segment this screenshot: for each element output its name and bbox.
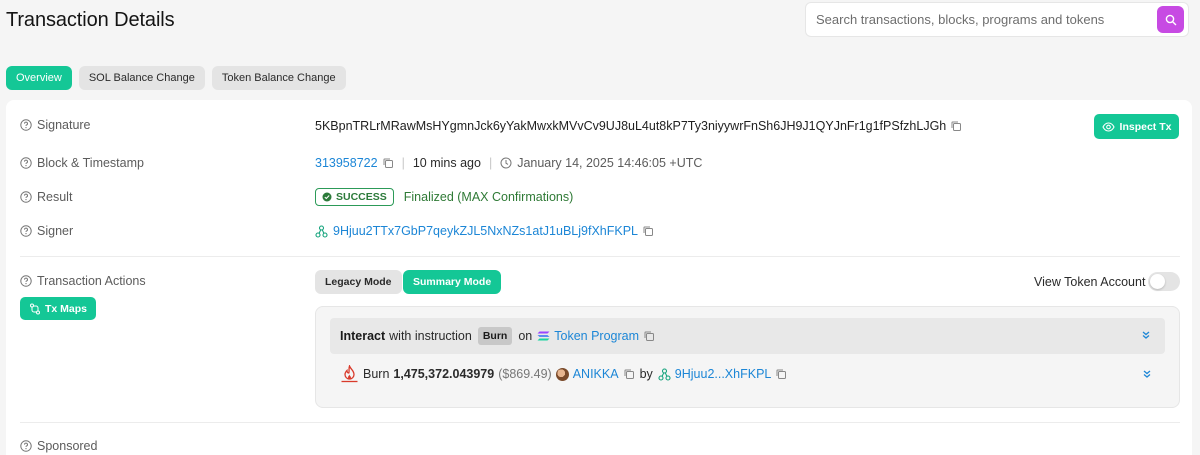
question-circle-icon bbox=[20, 191, 32, 203]
inspect-tx-label: Inspect Tx bbox=[1119, 120, 1172, 133]
token-avatar bbox=[555, 367, 569, 381]
result-label: Result bbox=[37, 190, 73, 204]
signer-short-link[interactable]: 9Hjuu2...XhFKPL bbox=[675, 367, 772, 381]
on-label: on bbox=[518, 329, 533, 343]
block-number-link[interactable]: 313958722 bbox=[315, 156, 378, 170]
wallet-icon bbox=[658, 367, 671, 381]
wallet-icon bbox=[315, 224, 328, 238]
question-circle-icon bbox=[20, 119, 32, 131]
eye-icon bbox=[1101, 121, 1115, 132]
copy-icon[interactable] bbox=[623, 368, 635, 380]
search-icon bbox=[1165, 14, 1176, 25]
copy-icon[interactable] bbox=[950, 120, 962, 132]
signer-value-container: 9Hjuu2TTx7GbP7qeykZJL5NxNZs1atJ1uBLj9fXh… bbox=[315, 224, 654, 238]
tab-token-balance-change[interactable]: Token Balance Change bbox=[211, 66, 346, 90]
signature-value: 5KBpnTRLrMRawMsHYgmnJck6yYakMwxkMVvCv9UJ… bbox=[315, 119, 947, 133]
transaction-actions-label: Transaction Actions bbox=[37, 274, 146, 288]
instruction-header[interactable]: Interact with instruction Burn on Token … bbox=[330, 318, 1165, 354]
search-bar[interactable] bbox=[805, 2, 1189, 37]
search-input[interactable] bbox=[806, 3, 1157, 36]
tx-maps-button[interactable]: Tx Maps bbox=[20, 297, 96, 320]
chevron-double-down-icon[interactable] bbox=[1142, 369, 1152, 379]
block-timestamp-label: Block & Timestamp bbox=[37, 156, 144, 170]
clock-icon bbox=[500, 157, 512, 169]
result-row-label: Result bbox=[20, 190, 72, 204]
question-circle-icon bbox=[20, 225, 32, 237]
legacy-mode-button[interactable]: Legacy Mode bbox=[315, 270, 402, 294]
separator: | bbox=[401, 156, 405, 170]
separator: | bbox=[488, 156, 493, 170]
burn-amount: 1,475,372.043979 bbox=[393, 367, 495, 381]
token-link[interactable]: ANIKKA bbox=[573, 367, 619, 381]
copy-icon[interactable] bbox=[382, 157, 394, 169]
block-value-container: 313958722 | 10 mins ago | January 14, 20… bbox=[315, 156, 702, 170]
tx-maps-label: Tx Maps bbox=[44, 302, 87, 315]
page-title: Transaction Details bbox=[6, 9, 175, 31]
tab-overview[interactable]: Overview bbox=[6, 66, 72, 90]
summary-mode-button[interactable]: Summary Mode bbox=[403, 270, 502, 294]
status-badge: SUCCESS bbox=[315, 188, 394, 206]
view-token-account-label: View Token Account bbox=[1034, 275, 1146, 289]
copy-icon[interactable] bbox=[642, 225, 654, 237]
sponsored-label: Sponsored bbox=[37, 439, 98, 453]
question-circle-icon bbox=[20, 275, 32, 287]
burn-action-label: Burn bbox=[363, 367, 390, 381]
burn-usd-value: ($869.49) bbox=[498, 367, 552, 381]
relative-time: 10 mins ago bbox=[412, 156, 481, 170]
token-program-link[interactable]: Token Program bbox=[554, 329, 639, 343]
timestamp: January 14, 2025 14:46:05 +UTC bbox=[517, 156, 703, 170]
status-badge-text: SUCCESS bbox=[336, 191, 387, 203]
result-value-container: SUCCESS Finalized (MAX Confirmations) bbox=[315, 188, 573, 206]
interact-label: Interact bbox=[340, 329, 386, 343]
instruction-panel: Interact with instruction Burn on Token … bbox=[315, 306, 1180, 408]
signer-label: Signer bbox=[37, 224, 74, 238]
instruction-chip: Burn bbox=[477, 327, 513, 345]
signer-row-label: Signer bbox=[20, 224, 73, 238]
signer-address-link[interactable]: 9Hjuu2TTx7GbP7qeykZJL5NxNZs1atJ1uBLj9fXh… bbox=[333, 224, 638, 238]
copy-icon[interactable] bbox=[775, 368, 787, 380]
transaction-details-card: Signature 5KBpnTRLrMRawMsHYgmnJck6yYakMw… bbox=[6, 100, 1192, 455]
solana-icon bbox=[537, 331, 550, 341]
inspect-tx-button[interactable]: Inspect Tx bbox=[1094, 114, 1179, 139]
question-circle-icon bbox=[20, 157, 32, 169]
finalized-status: Finalized (MAX Confirmations) bbox=[403, 190, 574, 204]
flame-icon bbox=[341, 365, 358, 383]
view-token-account-toggle[interactable] bbox=[1148, 272, 1180, 291]
divider bbox=[20, 422, 1180, 423]
signature-value-container: 5KBpnTRLrMRawMsHYgmnJck6yYakMwxkMVvCv9UJ… bbox=[315, 119, 962, 133]
actions-row-label: Transaction Actions bbox=[20, 274, 146, 288]
tab-sol-balance-change[interactable]: SOL Balance Change bbox=[78, 66, 205, 90]
block-row-label: Block & Timestamp bbox=[20, 156, 144, 170]
toggle-knob bbox=[1150, 274, 1165, 289]
copy-icon[interactable] bbox=[643, 330, 655, 342]
tx-maps-icon bbox=[29, 303, 40, 314]
with-instruction-label: with instruction bbox=[389, 329, 472, 343]
signature-label: Signature bbox=[37, 118, 91, 132]
sponsored-row-label: Sponsored bbox=[20, 439, 97, 453]
search-button[interactable] bbox=[1157, 6, 1184, 33]
chevron-double-down-icon[interactable] bbox=[1141, 330, 1151, 340]
by-label: by bbox=[639, 367, 653, 381]
question-circle-icon bbox=[20, 440, 32, 452]
signature-row-label: Signature bbox=[20, 118, 91, 132]
divider bbox=[20, 256, 1180, 257]
check-circle-icon bbox=[322, 192, 332, 202]
instruction-detail: Burn 1,475,372.043979 ($869.49) ANIKKA b… bbox=[340, 365, 787, 383]
